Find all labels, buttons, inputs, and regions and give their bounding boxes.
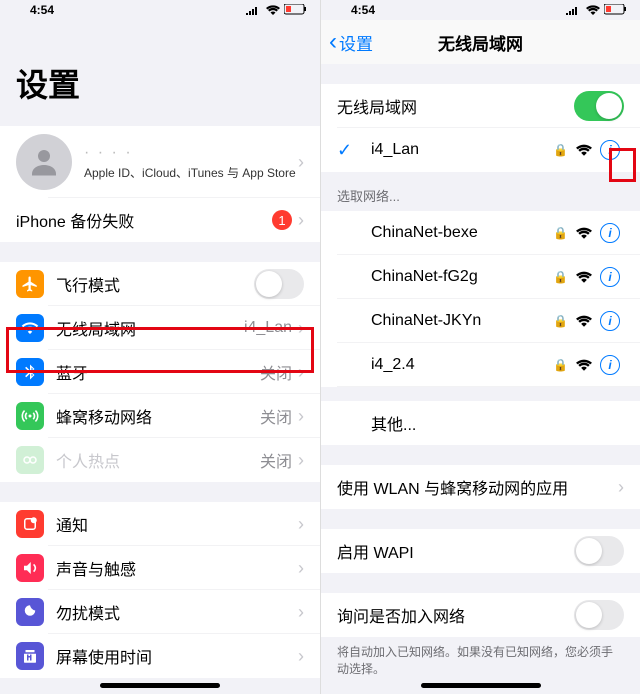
home-indicator[interactable] bbox=[100, 683, 220, 688]
screentime-icon bbox=[16, 642, 44, 670]
status-icons bbox=[566, 4, 628, 16]
wlan-apps-row[interactable]: 使用 WLAN 与蜂窝移动网的应用 › bbox=[321, 465, 640, 509]
sounds-icon bbox=[16, 554, 44, 582]
wifi-signal-icon bbox=[576, 271, 592, 283]
chevron-icon: › bbox=[298, 362, 304, 383]
chevron-icon: › bbox=[298, 406, 304, 427]
info-icon[interactable]: i bbox=[600, 140, 620, 160]
lock-icon: 🔒 bbox=[553, 270, 568, 284]
back-button[interactable]: ‹ 设置 bbox=[329, 28, 373, 56]
navbar: ‹ 设置 无线局域网 bbox=[321, 20, 640, 64]
lock-icon: 🔒 bbox=[553, 314, 568, 328]
airplane-toggle[interactable] bbox=[254, 269, 304, 299]
chevron-icon: › bbox=[298, 318, 304, 339]
status-bar: 4:54 bbox=[321, 0, 640, 20]
chevron-left-icon: ‹ bbox=[329, 28, 337, 56]
connected-network-row[interactable]: ✓ i4_Lan 🔒 i bbox=[321, 128, 640, 172]
wifi-toggle[interactable] bbox=[574, 91, 624, 121]
status-time: 4:54 bbox=[30, 3, 54, 17]
cellular-row[interactable]: 蜂窝移动网络 关闭 › bbox=[0, 394, 320, 438]
status-bar: 4:54 bbox=[0, 0, 320, 20]
settings-screen: 4:54 设置 · · · · Apple ID、iCloud、iTunes 与… bbox=[0, 0, 320, 694]
chevron-icon: › bbox=[298, 646, 304, 667]
chevron-icon: › bbox=[298, 558, 304, 579]
wifi-icon bbox=[16, 314, 44, 342]
lock-icon: 🔒 bbox=[553, 358, 568, 372]
page-title: 无线局域网 bbox=[438, 30, 523, 55]
wifi-toggle-row: 无线局域网 bbox=[321, 84, 640, 128]
network-row[interactable]: i4_2.4 🔒i bbox=[321, 343, 640, 387]
bluetooth-icon bbox=[16, 358, 44, 386]
airplane-row[interactable]: 飞行模式 bbox=[0, 262, 320, 306]
other-network-row[interactable]: 其他... bbox=[321, 401, 640, 445]
chevron-icon: › bbox=[298, 210, 304, 231]
wifi-signal-icon bbox=[576, 144, 592, 156]
chevron-icon: › bbox=[298, 602, 304, 623]
badge: 1 bbox=[272, 210, 292, 230]
bluetooth-row[interactable]: 蓝牙 关闭 › bbox=[0, 350, 320, 394]
dnd-icon bbox=[16, 598, 44, 626]
airplane-icon bbox=[16, 270, 44, 298]
cellular-icon bbox=[16, 402, 44, 430]
network-row[interactable]: ChinaNet-JKYn 🔒i bbox=[321, 299, 640, 343]
network-row[interactable]: ChinaNet-fG2g 🔒i bbox=[321, 255, 640, 299]
status-icons bbox=[246, 4, 308, 16]
info-icon[interactable]: i bbox=[600, 223, 620, 243]
page-title: 设置 bbox=[0, 20, 320, 116]
profile-sub: Apple ID、iCloud、iTunes 与 App Store bbox=[84, 164, 298, 181]
home-indicator[interactable] bbox=[421, 683, 541, 688]
wifi-signal-icon bbox=[576, 359, 592, 371]
chevron-icon: › bbox=[618, 477, 624, 498]
chevron-icon: › bbox=[298, 450, 304, 471]
wapi-row: 启用 WAPI bbox=[321, 529, 640, 573]
notifications-row[interactable]: 通知 › bbox=[0, 502, 320, 546]
notifications-icon bbox=[16, 510, 44, 538]
lock-icon: 🔒 bbox=[553, 226, 568, 240]
sounds-row[interactable]: 声音与触感 › bbox=[0, 546, 320, 590]
wifi-screen: 4:54 ‹ 设置 无线局域网 无线局域网 ✓ i4_Lan bbox=[320, 0, 640, 694]
wifi-row[interactable]: 无线局域网 i4_Lan › bbox=[0, 306, 320, 350]
dnd-row[interactable]: 勿扰模式 › bbox=[0, 590, 320, 634]
lock-icon: 🔒 bbox=[553, 143, 568, 157]
choose-network-header: 选取网络... bbox=[321, 172, 640, 211]
wapi-toggle[interactable] bbox=[574, 536, 624, 566]
ask-join-row: 询问是否加入网络 bbox=[321, 593, 640, 637]
hotspot-icon bbox=[16, 446, 44, 474]
hotspot-row[interactable]: 个人热点 关闭 › bbox=[0, 438, 320, 482]
status-time: 4:54 bbox=[351, 3, 375, 17]
avatar-icon bbox=[16, 134, 72, 190]
chevron-icon: › bbox=[298, 514, 304, 535]
info-icon[interactable]: i bbox=[600, 311, 620, 331]
info-icon[interactable]: i bbox=[600, 355, 620, 375]
backup-row[interactable]: iPhone 备份失败 1 › bbox=[0, 198, 320, 242]
profile-name: · · · · bbox=[84, 144, 298, 162]
ask-toggle[interactable] bbox=[574, 600, 624, 630]
info-icon[interactable]: i bbox=[600, 267, 620, 287]
apple-id-row[interactable]: · · · · Apple ID、iCloud、iTunes 与 App Sto… bbox=[0, 126, 320, 198]
wifi-signal-icon bbox=[576, 227, 592, 239]
chevron-icon: › bbox=[298, 152, 304, 173]
screentime-row[interactable]: 屏幕使用时间 › bbox=[0, 634, 320, 678]
check-icon: ✓ bbox=[337, 140, 355, 161]
network-row[interactable]: ChinaNet-bexe 🔒i bbox=[321, 211, 640, 255]
wifi-signal-icon bbox=[576, 315, 592, 327]
